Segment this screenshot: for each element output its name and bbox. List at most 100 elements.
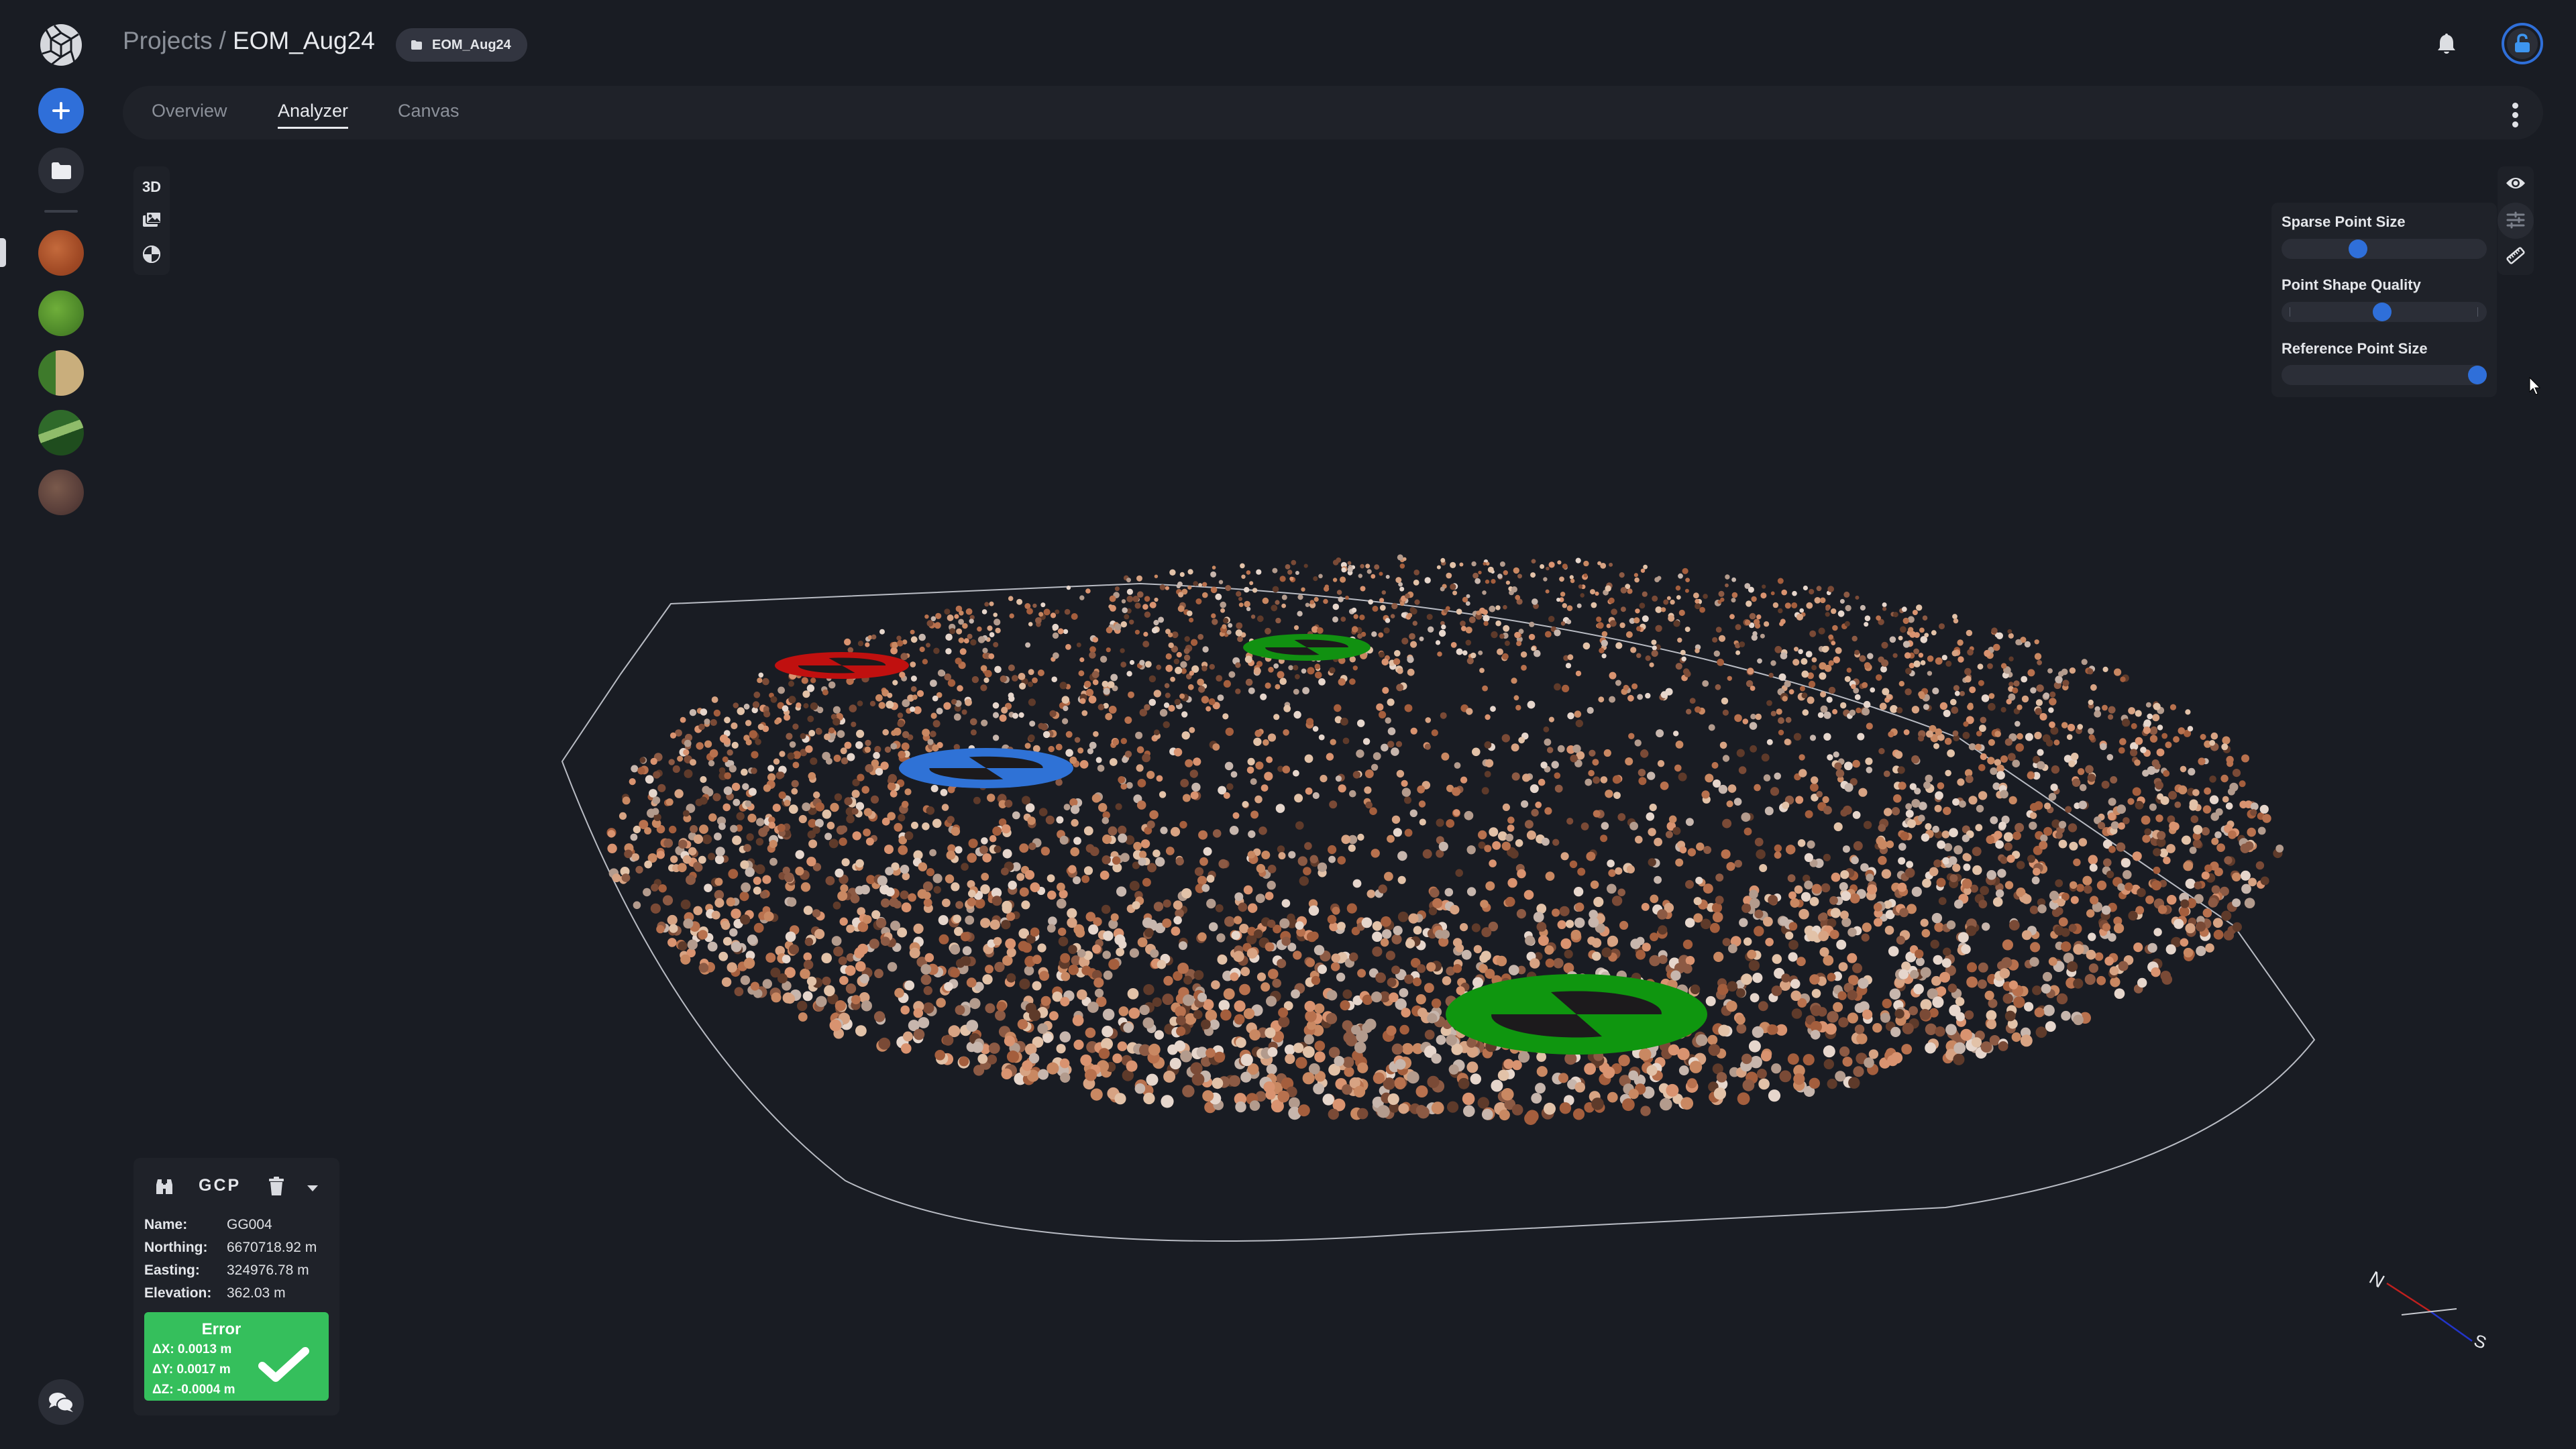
point [722,756,729,763]
point [1301,587,1305,592]
delete-gcp-button[interactable] [268,1176,284,1199]
point [669,924,678,933]
point [2123,870,2132,879]
point [1766,739,1773,745]
point [1735,1014,1746,1025]
point [1856,1033,1868,1044]
point [2240,870,2251,881]
point [651,808,659,815]
project-thumb-4[interactable] [38,410,84,455]
point [2011,1032,2021,1042]
breadcrumb-projects-link[interactable]: Projects [123,27,213,55]
gcp-panel: GCP Name: GG004 Northing: 6670718.92 m E… [133,1158,339,1415]
point [926,620,934,627]
point [851,790,860,798]
point [1246,948,1258,959]
point [727,749,733,756]
slider-thumb[interactable] [2349,239,2368,258]
slider-thumb[interactable] [2468,366,2487,384]
project-thumb-5[interactable] [38,470,84,515]
point [1507,824,1515,832]
point [989,601,994,606]
tab-overview[interactable]: Overview [152,101,227,127]
point [1085,688,1094,697]
point [1112,856,1121,865]
point [1546,566,1550,571]
point [1557,920,1566,929]
project-thumb-1[interactable] [38,230,84,276]
tab-analyzer[interactable]: Analyzer [278,101,349,129]
locate-gcp-button[interactable] [155,1178,174,1199]
point [2084,973,2096,985]
projects-button[interactable] [38,148,84,193]
point [2226,755,2234,764]
point [1499,633,1505,639]
field-value: 362.03 m [227,1285,286,1301]
point [2053,739,2060,746]
images-button[interactable] [142,211,162,231]
point [1068,865,1077,873]
point [1468,616,1476,623]
project-thumb-2[interactable] [38,290,84,336]
gcp-marker-red[interactable] [775,652,909,679]
project-folder-chip[interactable]: EOM_Aug24 [396,28,527,62]
globe-view-button[interactable] [142,245,161,267]
point [1791,602,1798,608]
point [747,813,757,823]
point [2015,720,2021,727]
point-shape-quality-slider[interactable] [2282,302,2487,322]
point [801,677,808,684]
point [1431,729,1438,737]
point [1399,1024,1409,1035]
point [677,863,687,873]
point [1176,651,1182,658]
point [1352,879,1362,888]
point [1639,602,1646,609]
point [1645,655,1651,661]
point [1654,837,1663,847]
notifications-button[interactable] [2436,32,2457,58]
point [1254,929,1263,938]
compass-gizmo[interactable]: N S [2348,1248,2496,1355]
visibility-button[interactable] [2506,176,2526,194]
point [1888,946,1899,957]
point [784,800,791,806]
point [731,722,738,730]
tab-canvas[interactable]: Canvas [398,101,460,127]
point [2055,831,2063,839]
error-dy: ΔY: 0.0017 m [152,1362,231,1377]
sparse-point-size-slider[interactable] [2282,239,2487,259]
measure-button[interactable] [2506,246,2526,269]
app-logo[interactable] [40,23,83,66]
point [1356,1030,1368,1043]
point [670,855,678,863]
point [1253,667,1261,675]
point [751,767,757,774]
point [865,739,871,747]
gcp-marker-green-top[interactable] [1243,634,1371,661]
point [1865,757,1873,765]
point [1674,764,1682,772]
account-button[interactable] [2502,23,2543,64]
3d-mode-button[interactable]: 3D [133,178,170,196]
gcp-dropdown-button[interactable] [307,1183,319,1195]
point [1190,791,1199,800]
slider-thumb[interactable] [2373,303,2392,321]
new-project-button[interactable] [38,88,84,133]
point [1934,804,1942,812]
point [698,963,709,973]
project-thumb-3[interactable] [38,350,84,396]
point [1039,971,1050,981]
point [1863,820,1872,829]
point [1265,942,1275,952]
point [731,782,741,792]
gcp-marker-green-selected[interactable] [1446,974,1707,1055]
reference-point-size-slider[interactable] [2282,365,2487,385]
point [951,882,960,892]
gcp-marker-blue[interactable] [899,748,1073,788]
more-menu-button[interactable] [2512,103,2519,127]
settings-sliders-button[interactable] [2506,211,2525,232]
point [1129,881,1140,891]
point-cloud-viewport[interactable] [121,141,2576,1449]
chat-button[interactable] [38,1379,84,1425]
